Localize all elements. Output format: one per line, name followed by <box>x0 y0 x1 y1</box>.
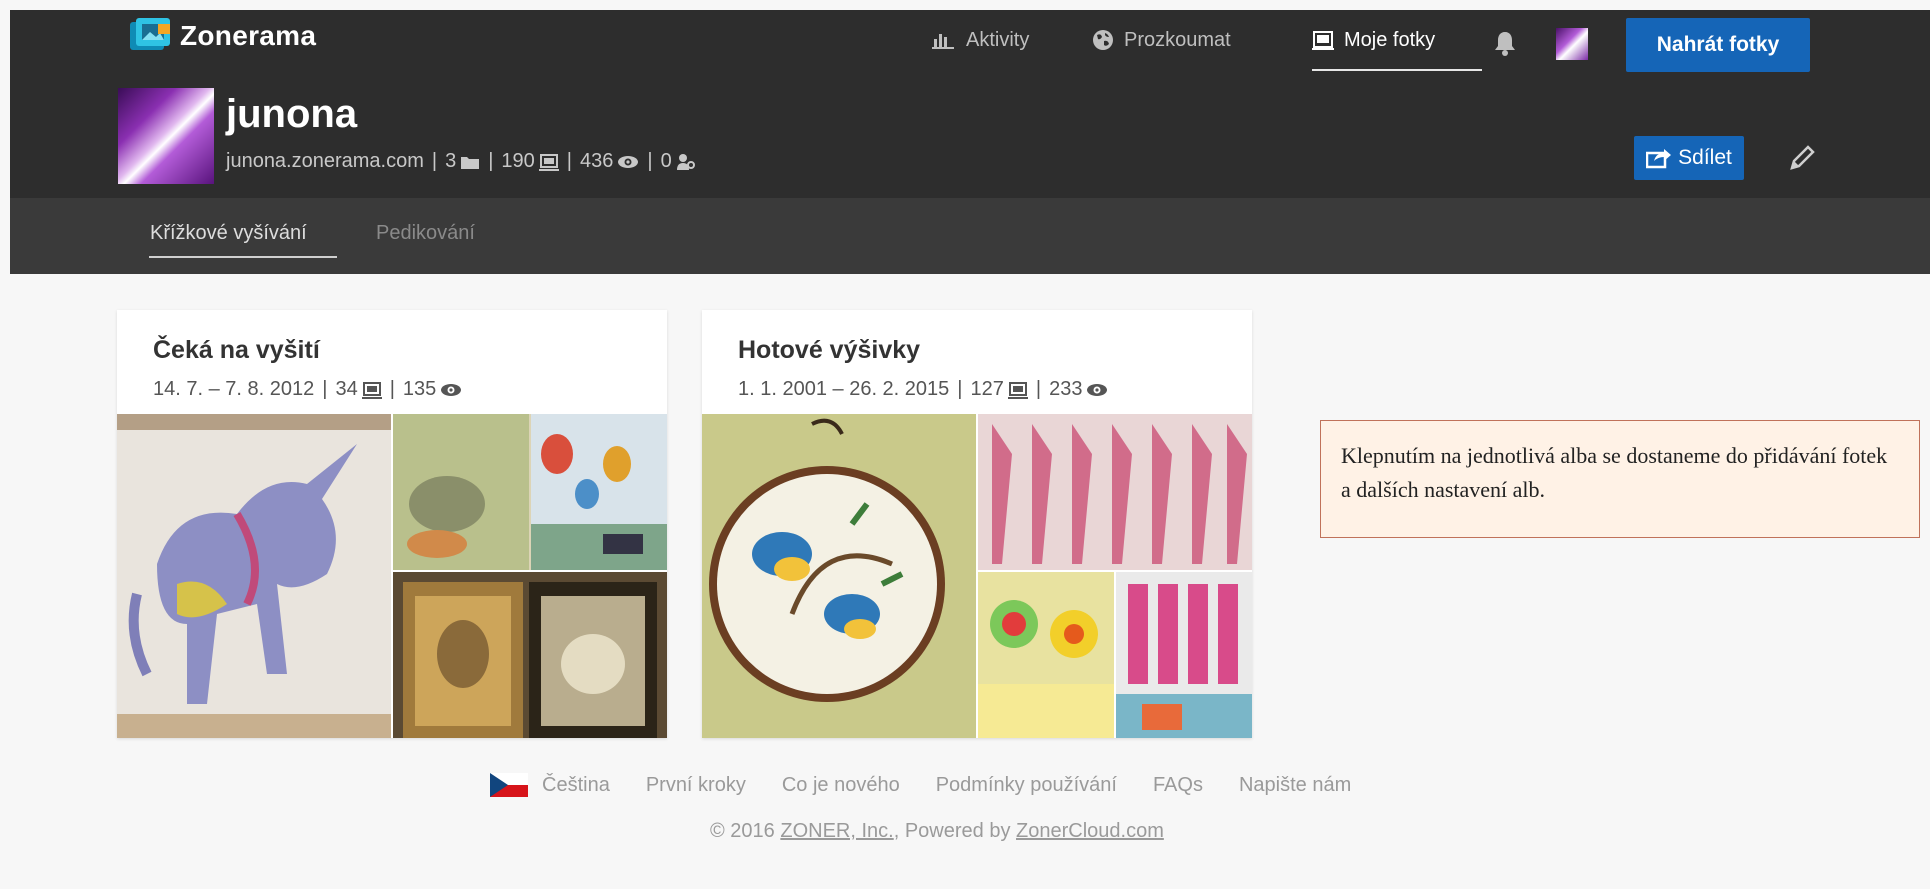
nav-label: Moje fotky <box>1344 28 1436 51</box>
bell-icon[interactable] <box>1494 30 1516 61</box>
nav-moje-fotky[interactable]: Moje fotky <box>1312 22 1435 58</box>
separator: | <box>431 150 438 172</box>
separator: | <box>1035 378 1042 400</box>
album-card[interactable]: Hotové výšivky 1. 1. 2001 – 26. 2. 2015 … <box>702 310 1252 738</box>
album-card[interactable]: Čeká na vyšití 14. 7. – 7. 8. 2012 | 34 … <box>117 310 667 738</box>
eye-icon <box>1086 383 1108 397</box>
footer-links: Čeština První kroky Co je nového Podmínk… <box>490 773 1387 797</box>
photos-count: 190 <box>501 150 535 172</box>
user-avatar-small[interactable] <box>1556 28 1588 60</box>
photos-icon <box>1312 29 1334 51</box>
tab-active-underline <box>149 256 337 258</box>
share-button[interactable]: Sdílet <box>1634 136 1744 180</box>
profile-username: junona <box>226 92 358 136</box>
upload-photos-button[interactable]: Nahrát fotky <box>1626 18 1810 72</box>
edit-profile-button[interactable] <box>1782 140 1822 180</box>
nav-label: Prozkoumat <box>1124 28 1231 51</box>
eye-icon <box>617 155 639 169</box>
chart-icon <box>932 30 956 50</box>
footer-link-contact[interactable]: Napište nám <box>1239 774 1351 797</box>
footer-link-terms[interactable]: Podmínky používání <box>936 774 1117 797</box>
pencil-icon <box>1787 143 1817 178</box>
tab-pedikovani[interactable]: Pedikování <box>376 222 475 245</box>
zonerama-logo-icon <box>128 18 172 54</box>
footer-link-whats-new[interactable]: Co je nového <box>782 774 900 797</box>
separator: | <box>957 378 963 400</box>
powered-link[interactable]: ZonerCloud.com <box>1016 820 1164 842</box>
nav-active-underline <box>1312 69 1482 71</box>
album-thumbnails[interactable] <box>117 414 667 738</box>
tab-krizkove-vysivani[interactable]: Křížkové vyšívání <box>150 222 307 245</box>
thumbnail-unicorn <box>117 414 391 738</box>
profile-url[interactable]: junona.zonerama.com <box>226 150 424 173</box>
company-link[interactable]: ZONER, Inc. <box>780 820 893 842</box>
language-link[interactable]: Čeština <box>542 774 610 797</box>
album-title[interactable]: Čeká na vyšití <box>153 336 320 365</box>
powered-prefix: , Powered by <box>893 820 1011 842</box>
thumbnail-bookmarks <box>978 414 1252 570</box>
album-meta: 14. 7. – 7. 8. 2012 | 34 | 135 <box>153 378 462 401</box>
share-label: Sdílet <box>1678 146 1732 169</box>
separator: | <box>488 150 494 172</box>
separator: | <box>566 150 572 172</box>
photos-icon <box>1007 381 1028 399</box>
page-frame: Zonerama Aktivity Prozkoumat Moje fotky … <box>10 10 1930 889</box>
czech-flag-icon <box>490 773 528 797</box>
album-dates: 1. 1. 2001 – 26. 2. 2015 <box>738 378 950 400</box>
profile-avatar[interactable] <box>118 88 214 184</box>
album-view-count: 233 <box>1049 378 1083 400</box>
globe-icon <box>1092 29 1114 51</box>
nav-aktivity[interactable]: Aktivity <box>932 22 1029 58</box>
footer-link-faqs[interactable]: FAQs <box>1153 774 1203 797</box>
thumbnail-flowers <box>978 572 1114 738</box>
album-thumbnails[interactable] <box>702 414 1252 738</box>
logo-text: Zonerama <box>180 20 317 51</box>
separator: | <box>647 150 653 172</box>
album-title[interactable]: Hotové výšivky <box>738 336 920 365</box>
annotation-note: Klepnutím na jednotlivá alba se dostanem… <box>1320 420 1920 538</box>
album-photo-count: 34 <box>335 378 358 400</box>
profile-stats: junona.zonerama.com | 3 | 190 | 436 | 0 <box>226 150 696 173</box>
logo[interactable]: Zonerama <box>128 16 316 56</box>
folder-icon <box>460 154 480 170</box>
separator: | <box>322 378 328 400</box>
photos-icon <box>361 381 382 399</box>
thumbnail-frames <box>393 572 667 738</box>
copyright: © 2016 ZONER, Inc., Powered by ZonerClou… <box>710 820 1164 843</box>
nav-label: Aktivity <box>966 28 1030 51</box>
album-dates: 14. 7. – 7. 8. 2012 <box>153 378 315 400</box>
thumbnail-animals <box>393 414 667 570</box>
albums-count: 3 <box>445 150 457 172</box>
eye-icon <box>440 383 462 397</box>
album-view-count: 135 <box>402 378 437 400</box>
nav-prozkoumat[interactable]: Prozkoumat <box>1092 22 1231 58</box>
followers-count: 0 <box>660 150 672 172</box>
separator: | <box>389 378 395 400</box>
thumbnail-clock <box>702 414 976 738</box>
album-meta: 1. 1. 2001 – 26. 2. 2015 | 127 | 233 <box>738 378 1108 401</box>
copyright-prefix: © 2016 <box>710 820 775 842</box>
share-icon <box>1646 147 1672 169</box>
thumbnail-embroidery <box>1116 572 1252 738</box>
footer-link-first-steps[interactable]: První kroky <box>646 774 746 797</box>
album-photo-count: 127 <box>970 378 1004 400</box>
photos-icon <box>538 153 559 171</box>
views-count: 436 <box>580 150 614 172</box>
followers-icon <box>676 153 696 171</box>
